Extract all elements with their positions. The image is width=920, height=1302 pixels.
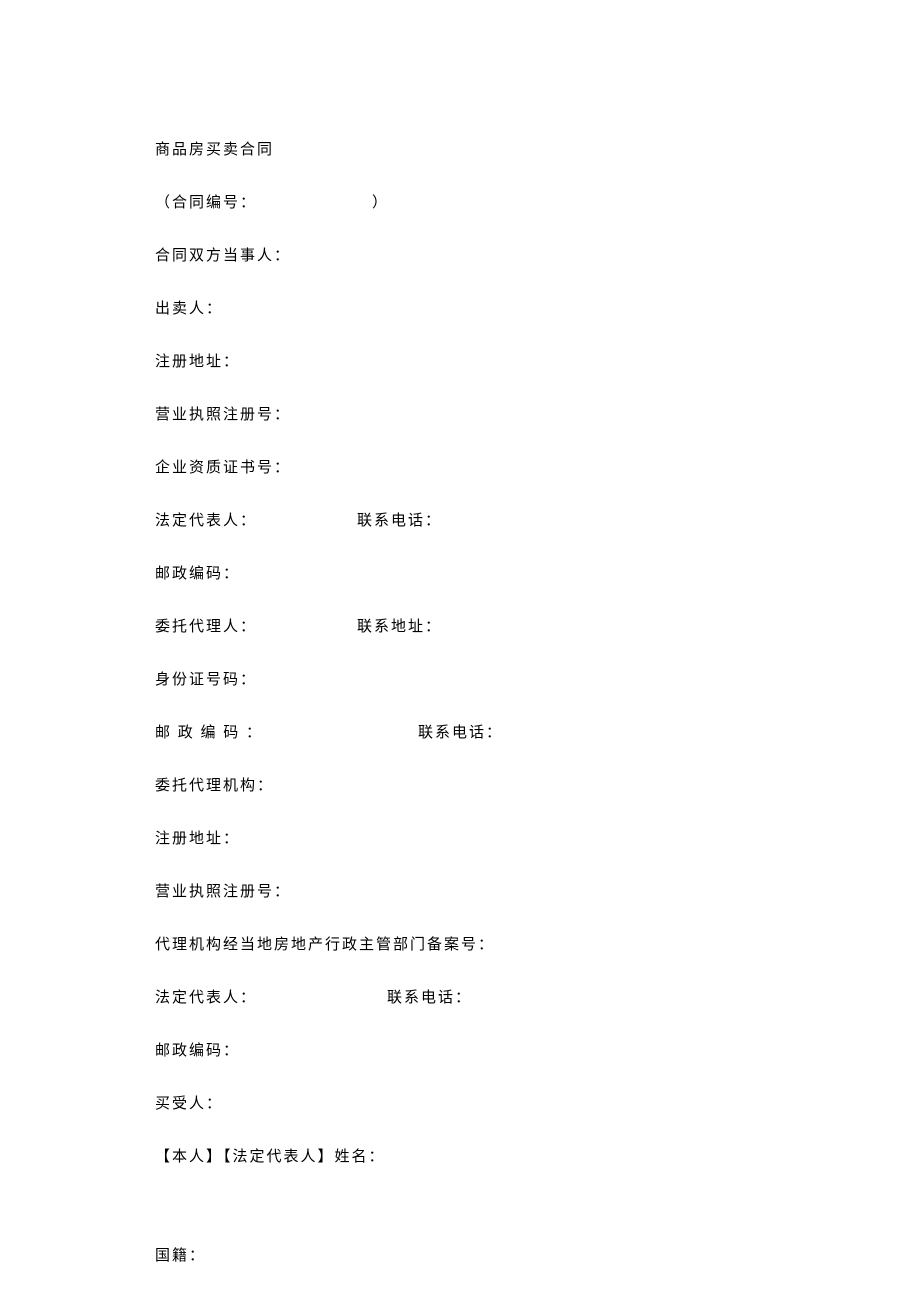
name-label: 【本人】【法定代表人】姓名： — [155, 1149, 386, 1165]
legal-rep-label-2: 法定代表人： — [155, 990, 257, 1006]
legal-rep-line: 法定代表人： 联系电话： — [155, 511, 765, 532]
agent-org-label: 委托代理机构： — [155, 778, 274, 794]
contract-no-close: ） — [372, 195, 389, 211]
legal-rep-line-2: 法定代表人： 联系电话： — [155, 988, 765, 1009]
qualification-line: 企业资质证书号： — [155, 458, 765, 479]
id-line: 身份证号码： — [155, 670, 765, 691]
biz-license-label: 营业执照注册号： — [155, 407, 291, 423]
reg-address-line: 注册地址： — [155, 352, 765, 373]
phone-label-3: 联系电话： — [387, 990, 472, 1006]
agent-line: 委托代理人： 联系地址： — [155, 617, 765, 638]
postal-label-2: 邮 政 编 码 ： — [155, 725, 263, 741]
biz-license-line: 营业执照注册号： — [155, 405, 765, 426]
postal-label-3: 邮政编码： — [155, 1043, 240, 1059]
phone-label: 联系电话： — [357, 513, 442, 529]
legal-rep-label: 法定代表人： — [155, 513, 257, 529]
contract-number-line: （合同编号： ） — [155, 193, 765, 214]
name-line: 【本人】【法定代表人】姓名： — [155, 1147, 765, 1168]
contract-no-label: （合同编号： — [155, 195, 257, 211]
phone-label-2: 联系电话： — [418, 725, 503, 741]
buyer-label: 买受人： — [155, 1096, 223, 1112]
biz-license-line-2: 营业执照注册号： — [155, 882, 765, 903]
nationality-label: 国籍： — [155, 1248, 206, 1264]
title: 商品房买卖合同 — [155, 140, 765, 161]
nationality-line: 国籍： — [155, 1246, 765, 1267]
reg-address-line-2: 注册地址： — [155, 829, 765, 850]
postal-line: 邮政编码： — [155, 564, 765, 585]
qualification-label: 企业资质证书号： — [155, 460, 291, 476]
seller-label: 出卖人： — [155, 301, 223, 317]
seller-line: 出卖人： — [155, 299, 765, 320]
postal-label: 邮政编码： — [155, 566, 240, 582]
contact-address-label: 联系地址： — [357, 619, 442, 635]
filing-line: 代理机构经当地房地产行政主管部门备案号： — [155, 935, 765, 956]
postal-line-2: 邮 政 编 码 ： 联系电话： — [155, 723, 765, 744]
filing-label: 代理机构经当地房地产行政主管部门备案号： — [155, 937, 495, 953]
agent-label: 委托代理人： — [155, 619, 257, 635]
parties-line: 合同双方当事人： — [155, 246, 765, 267]
id-label: 身份证号码： — [155, 672, 257, 688]
title-text: 商品房买卖合同 — [155, 142, 274, 158]
postal-line-3: 邮政编码： — [155, 1041, 765, 1062]
biz-license-label-2: 营业执照注册号： — [155, 884, 291, 900]
reg-address-label: 注册地址： — [155, 354, 240, 370]
buyer-line: 买受人： — [155, 1094, 765, 1115]
parties-label: 合同双方当事人： — [155, 248, 291, 264]
agent-org-line: 委托代理机构： — [155, 776, 765, 797]
reg-address-label-2: 注册地址： — [155, 831, 240, 847]
